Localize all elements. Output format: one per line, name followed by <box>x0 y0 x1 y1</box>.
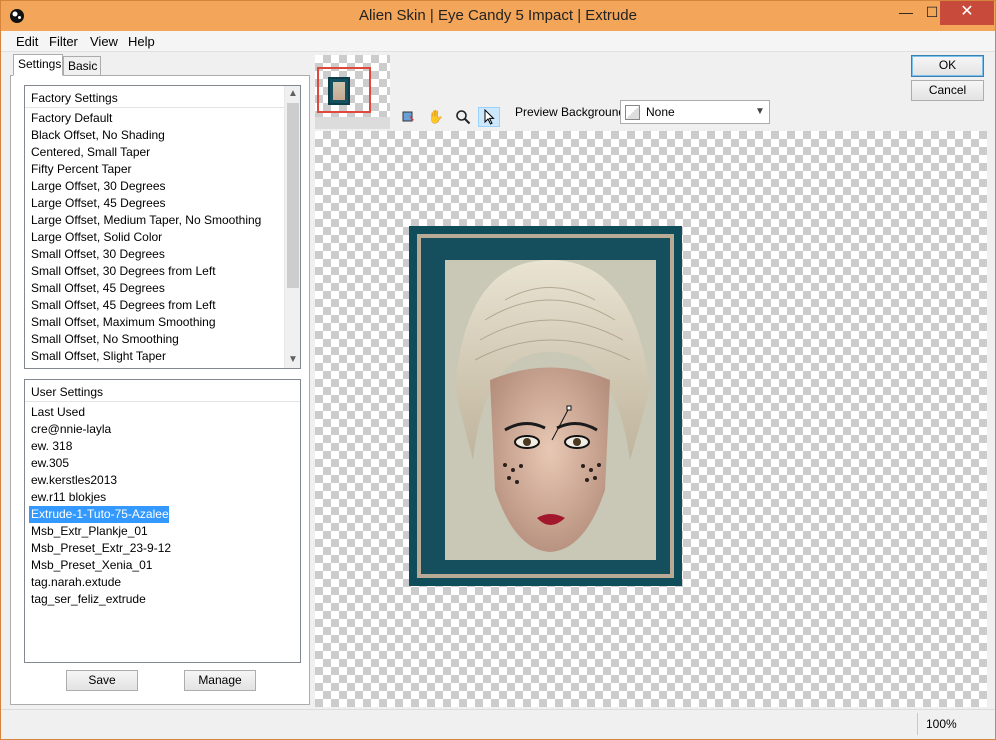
factory-setting-item[interactable]: Small Offset, No Smoothing <box>29 331 179 348</box>
manage-button[interactable]: Manage <box>184 670 256 691</box>
menu-bar: Edit Filter View Help <box>1 31 995 52</box>
user-setting-item[interactable]: Msb_Preset_Extr_23-9-12 <box>29 540 171 557</box>
factory-setting-item[interactable]: Factory Default <box>29 110 112 127</box>
preview-hand-icon[interactable] <box>398 107 420 127</box>
portrait-illustration <box>445 260 656 560</box>
factory-setting-item[interactable]: Black Offset, No Shading <box>29 127 165 144</box>
factory-setting-item[interactable]: Small Offset, Slight Taper <box>29 348 166 365</box>
close-button[interactable]: ✕ <box>940 1 994 25</box>
arrow-icon[interactable] <box>478 107 500 127</box>
user-setting-item[interactable]: Msb_Preset_Xenia_01 <box>29 557 152 574</box>
tab-settings[interactable]: Settings <box>13 54 63 76</box>
app-window: Alien Skin | Eye Candy 5 Impact | Extrud… <box>0 0 996 740</box>
user-settings-list[interactable]: User Settings Last Used cre@nnie-layla ew.… <box>24 379 301 663</box>
factory-settings-header: Factory Settings <box>25 86 300 108</box>
chevron-down-icon[interactable]: ▼ <box>751 101 769 123</box>
factory-setting-item[interactable]: Large Offset, Medium Taper, No Smoothing <box>29 212 261 229</box>
zoom-icon[interactable] <box>452 107 474 127</box>
factory-setting-item[interactable]: Small Offset, 30 Degrees <box>29 246 165 263</box>
ok-button[interactable]: OK <box>911 55 984 77</box>
user-setting-item[interactable]: ew.kerstles2013 <box>29 472 117 489</box>
tab-basic[interactable]: Basic <box>63 56 101 76</box>
scroll-thumb[interactable] <box>287 103 299 288</box>
preview-background-select[interactable]: None ▼ <box>620 100 770 124</box>
factory-setting-item[interactable]: Small Offset, 45 Degrees <box>29 280 165 297</box>
menu-help[interactable]: Help <box>128 34 155 49</box>
preview-background-value: None <box>646 105 675 119</box>
settings-panel: Factory Settings Factory Default Black Of… <box>10 75 310 705</box>
factory-setting-item[interactable]: Small Offset, 30 Degrees from Left <box>29 263 216 280</box>
user-setting-item[interactable]: ew.r11 blokjes <box>29 489 106 506</box>
save-button[interactable]: Save <box>66 670 138 691</box>
status-bar: 100% <box>1 709 995 739</box>
factory-setting-item[interactable]: Large Offset, Solid Color <box>29 229 162 246</box>
user-setting-item[interactable]: tag.narah.extude <box>29 574 121 591</box>
scroll-down-icon[interactable]: ▼ <box>285 352 300 368</box>
menu-view[interactable]: View <box>90 34 118 49</box>
menu-edit[interactable]: Edit <box>16 34 38 49</box>
frame-mat <box>417 234 674 578</box>
factory-setting-item[interactable]: Large Offset, 30 Degrees <box>29 178 166 195</box>
factory-settings-items: Factory Default Black Offset, No Shading C… <box>29 110 284 365</box>
user-settings-items: Last Used cre@nnie-layla ew. 318 ew.305 ew.k… <box>29 404 284 608</box>
factory-setting-item[interactable]: Centered, Small Taper <box>29 144 150 161</box>
factory-settings-list[interactable]: Factory Settings Factory Default Black Of… <box>24 85 301 369</box>
title-bar: Alien Skin | Eye Candy 5 Impact | Extrud… <box>1 1 995 31</box>
hand-icon[interactable]: ✋ <box>425 107 447 127</box>
cancel-button[interactable]: Cancel <box>911 80 984 101</box>
navigator-panel[interactable] <box>315 55 390 129</box>
frame-inner-border <box>421 238 670 574</box>
user-setting-item[interactable]: cre@nnie-layla <box>29 421 111 438</box>
extruded-frame <box>409 226 682 586</box>
user-setting-item[interactable]: Msb_Extr_Plankje_01 <box>29 523 148 540</box>
factory-setting-item[interactable]: Small Offset, 45 Degrees from Left <box>29 297 216 314</box>
scroll-up-icon[interactable]: ▲ <box>285 86 300 102</box>
menu-filter[interactable]: Filter <box>49 34 78 49</box>
background-swatch <box>625 105 640 120</box>
preview-background-label: Preview Background: <box>515 105 629 119</box>
navigator-viewport[interactable] <box>317 67 371 113</box>
user-setting-item[interactable]: ew. 318 <box>29 438 72 455</box>
portrait-photo <box>445 260 656 560</box>
window-title: Alien Skin | Eye Candy 5 Impact | Extrud… <box>359 7 637 24</box>
factory-scrollbar[interactable]: ▲ ▼ <box>284 86 300 368</box>
user-settings-header: User Settings <box>25 380 300 402</box>
navigator-thumbnail <box>328 77 350 105</box>
zoom-level: 100% <box>917 713 965 735</box>
factory-setting-item[interactable]: Fifty Percent Taper <box>29 161 132 178</box>
user-setting-item[interactable]: ew.305 <box>29 455 69 472</box>
user-setting-item[interactable]: Last Used <box>29 404 85 421</box>
factory-setting-item[interactable]: Small Offset, Maximum Smoothing <box>29 314 216 331</box>
user-setting-item[interactable]: tag_ser_feliz_extrude <box>29 591 146 608</box>
factory-setting-item[interactable]: Large Offset, 45 Degrees <box>29 195 166 212</box>
user-setting-item[interactable]: Extrude-1-Tuto-75-Azalee <box>29 506 169 523</box>
